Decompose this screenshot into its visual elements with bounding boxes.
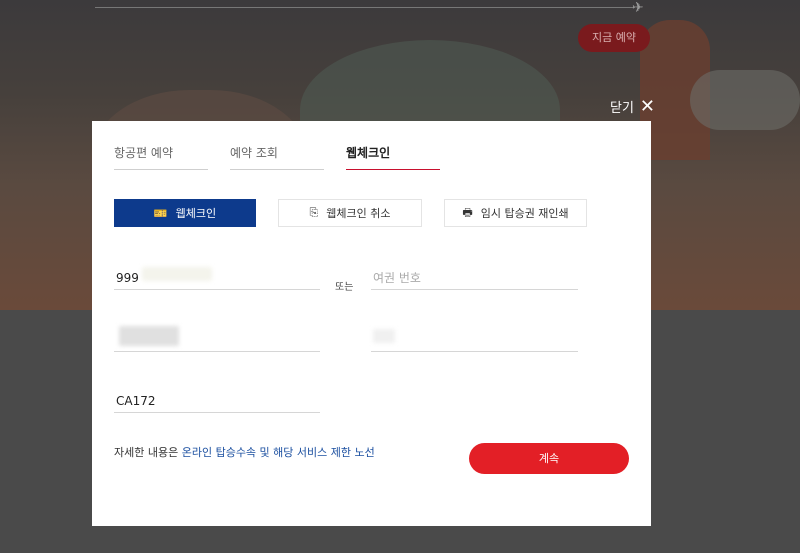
flight-number-field[interactable] xyxy=(114,389,320,413)
restricted-routes-link[interactable]: 온라인 탑승수속 및 해당 서비스 제한 노선 xyxy=(182,446,375,459)
or-label: 또는 xyxy=(335,282,354,293)
route-line xyxy=(95,7,635,8)
continue-button[interactable]: 계속 xyxy=(469,443,629,474)
info-text: 자세한 내용은 온라인 탑승수속 및 해당 서비스 제한 노선 xyxy=(114,444,375,460)
mode-label: 웹체크인 취소 xyxy=(326,207,391,220)
hero-illustration-cloud xyxy=(690,70,800,130)
redacted-text xyxy=(119,326,179,346)
close-label: 닫기 xyxy=(610,101,634,116)
first-name-input[interactable] xyxy=(373,333,578,347)
tab-flight-booking[interactable]: 항공편 예약 xyxy=(114,141,208,170)
mode-cancel-checkin-button[interactable]: ⎘ 웹체크인 취소 xyxy=(278,199,422,227)
mode-reprint-pass-button[interactable]: 🖶 임시 탑승권 재인쇄 xyxy=(444,199,587,227)
ticket-icon: 🎫 xyxy=(153,206,168,220)
redacted-text xyxy=(373,329,395,343)
tab-web-checkin[interactable]: 웹체크인 xyxy=(346,141,440,170)
cancel-ticket-icon: ⎘ xyxy=(309,206,319,219)
flight-number-input[interactable] xyxy=(116,394,320,408)
tab-booking-lookup[interactable]: 예약 조회 xyxy=(230,141,324,170)
checkin-modal: 항공편 예약 예약 조회 웹체크인 🎫 웹체크인 ⎘ 웹체크인 취소 🖶 임시 … xyxy=(92,121,651,526)
close-button[interactable]: 닫기 ✕ xyxy=(610,97,655,116)
redacted-text xyxy=(142,267,212,281)
passport-number-input[interactable] xyxy=(373,271,578,285)
passport-number-field[interactable] xyxy=(371,266,578,290)
info-prefix: 자세한 내용은 xyxy=(114,446,182,459)
book-now-button[interactable]: 지금 예약 xyxy=(578,24,650,52)
plane-icon: ✈ xyxy=(632,0,644,16)
close-icon: ✕ xyxy=(639,95,656,117)
modal-tabs: 항공편 예약 예약 조회 웹체크인 xyxy=(114,141,440,170)
mode-label: 웹체크인 xyxy=(175,207,217,220)
mode-label: 임시 탑승권 재인쇄 xyxy=(480,207,569,220)
first-name-field[interactable] xyxy=(371,328,578,352)
mode-web-checkin-button[interactable]: 🎫 웹체크인 xyxy=(114,199,256,227)
printer-icon: 🖶 xyxy=(462,205,473,219)
